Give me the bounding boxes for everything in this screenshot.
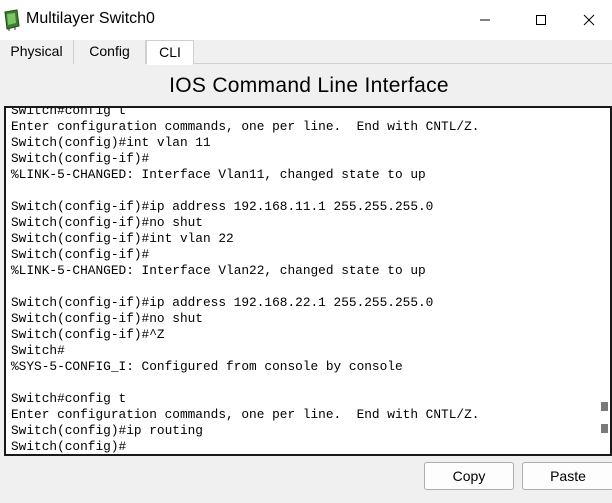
tab-config[interactable]: Config bbox=[74, 40, 146, 64]
tab-bar: Physical Config CLI bbox=[0, 40, 612, 65]
scrollbar-thumb[interactable] bbox=[601, 402, 608, 411]
terminal-line: Switch# bbox=[11, 343, 65, 358]
terminal-line: Switch(config-if)# bbox=[11, 151, 150, 166]
tab-physical[interactable]: Physical bbox=[0, 40, 74, 64]
maximize-icon bbox=[536, 15, 546, 25]
terminal-line: Switch(config-if)#no shut bbox=[11, 215, 203, 230]
terminal-line: %LINK-5-CHANGED: Interface Vlan22, chang… bbox=[11, 263, 426, 278]
terminal-line: Switch(config-if)#ip address 192.168.22.… bbox=[11, 295, 434, 310]
terminal-line: %SYS-5-CONFIG_I: Configured from console… bbox=[11, 359, 403, 374]
tab-cli[interactable]: CLI bbox=[146, 40, 194, 65]
scrollbar-thumb-lower[interactable] bbox=[601, 424, 608, 433]
terminal-line: Switch#config t bbox=[11, 391, 127, 406]
close-button[interactable] bbox=[566, 0, 612, 40]
cli-terminal[interactable]: Switch#config t Enter configuration comma… bbox=[4, 106, 612, 456]
terminal-line: Switch(config-if)#ip address 192.168.11.… bbox=[11, 199, 434, 214]
minimize-icon bbox=[480, 19, 490, 21]
page-heading: IOS Command Line Interface bbox=[169, 74, 449, 97]
terminal-line: Enter configuration commands, one per li… bbox=[11, 119, 480, 134]
terminal-scrollbar[interactable] bbox=[598, 108, 610, 454]
terminal-output: Switch#config t Enter configuration comma… bbox=[11, 106, 592, 454]
multilayer-switch-icon bbox=[4, 9, 20, 31]
terminal-line: Switch(config-if)#int vlan 22 bbox=[11, 231, 234, 246]
minimize-button[interactable] bbox=[462, 0, 508, 40]
maximize-button[interactable] bbox=[518, 0, 564, 40]
terminal-line: Switch(config-if)#^Z bbox=[11, 327, 165, 342]
terminal-line: Switch(config)#ip routing bbox=[11, 423, 203, 438]
terminal-line: Enter configuration commands, one per li… bbox=[11, 407, 480, 422]
title-bar: Multilayer Switch0 bbox=[0, 0, 612, 40]
terminal-line: Switch(config)# bbox=[11, 439, 127, 454]
terminal-line: Switch(config-if)#no shut bbox=[11, 311, 203, 326]
terminal-line: Switch(config)#int vlan 11 bbox=[11, 135, 211, 150]
window-title: Multilayer Switch0 bbox=[26, 10, 155, 27]
terminal-line: Switch#config t bbox=[11, 106, 127, 118]
close-icon bbox=[583, 14, 595, 26]
terminal-line: %LINK-5-CHANGED: Interface Vlan11, chang… bbox=[11, 167, 426, 182]
copy-button[interactable]: Copy bbox=[424, 462, 514, 490]
terminal-line: Switch(config-if)# bbox=[11, 247, 150, 262]
paste-button[interactable]: Paste bbox=[522, 462, 612, 490]
